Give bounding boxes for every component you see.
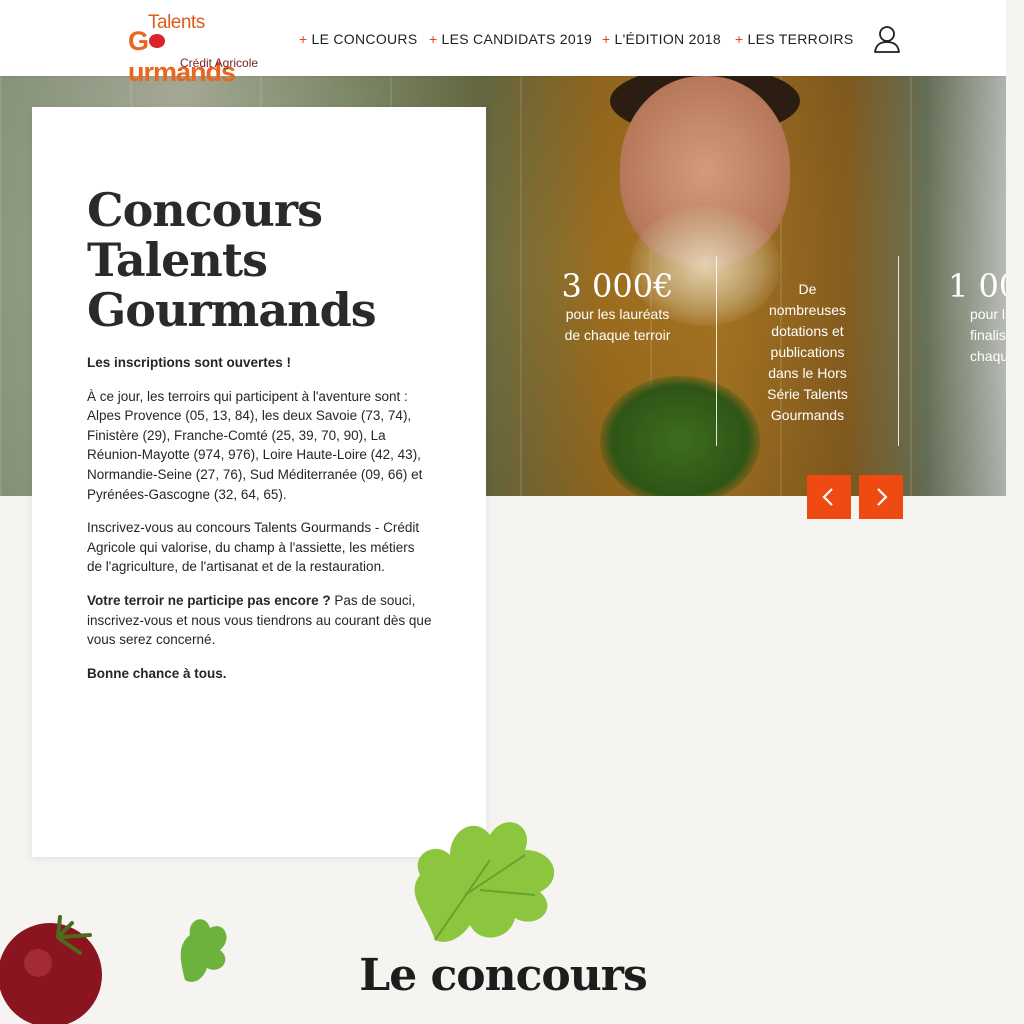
nav-label: LES TERROIRS xyxy=(747,31,854,47)
intro-body: Les inscriptions sont ouvertes ! À ce jo… xyxy=(87,353,432,697)
parsley-leaf-decoration xyxy=(414,822,555,942)
stat-caption: De nombreuses dotations et publications … xyxy=(767,281,848,423)
plus-icon: + xyxy=(429,31,438,47)
intro-paragraph-terroirs: À ce jour, les terroirs qui participent … xyxy=(87,388,423,502)
question-bold: Votre terroir ne participe pas encore ? xyxy=(87,592,331,608)
chevron-left-icon xyxy=(822,488,833,506)
plus-icon: + xyxy=(299,31,308,47)
stat-dotations: De nombreuses dotations et publications … xyxy=(760,279,855,426)
intro-title: Concours Talents Gourmands xyxy=(87,183,377,337)
intro-closing: Bonne chance à tous. xyxy=(87,665,227,681)
stat-finalistes: 1 00 pour l finaliste chaque t xyxy=(948,268,1006,367)
logo-line3: Crédit Agricole xyxy=(180,56,259,70)
talents-gourmands-logo[interactable]: Talents Gurmands Crédit Agricole xyxy=(128,12,268,87)
stat-caption: pour les lauréats de chaque terroir xyxy=(564,306,671,343)
logo-letter: G xyxy=(128,26,149,56)
stat-laureats: 3 000€ pour les lauréats de chaque terro… xyxy=(560,268,675,346)
stat-value: 3 000€ xyxy=(561,267,674,305)
nav-label: LES CANDIDATS 2019 xyxy=(441,31,593,47)
nav-les-terroirs[interactable]: + LES TERROIRS xyxy=(735,31,854,47)
carousel-next-button[interactable] xyxy=(859,475,903,519)
user-icon[interactable] xyxy=(872,24,902,54)
scrollbar-track[interactable] xyxy=(1006,0,1024,1024)
carousel-prev-button[interactable] xyxy=(807,475,851,519)
intro-card: Concours Talents Gourmands Les inscripti… xyxy=(32,107,486,857)
intro-paragraph-question: Votre terroir ne participe pas encore ? … xyxy=(87,591,432,650)
plus-icon: + xyxy=(735,31,744,47)
hero-photo-greens xyxy=(600,376,760,496)
nav-les-candidats-2019[interactable]: + LES CANDIDATS 2019 xyxy=(429,31,592,47)
nav-le-concours[interactable]: + LE CONCOURS xyxy=(299,31,417,47)
stat-divider xyxy=(898,256,899,446)
intro-paragraph-inscription: Inscrivez-vous au concours Talents Gourm… xyxy=(87,520,420,575)
intro-lead: Les inscriptions sont ouvertes ! xyxy=(87,355,292,370)
nav-edition-2018[interactable]: + L'ÉDITION 2018 xyxy=(602,31,721,47)
stat-divider xyxy=(716,256,717,446)
stat-value: 1 00 xyxy=(948,267,1006,305)
nav-label: L'ÉDITION 2018 xyxy=(614,31,721,47)
logo-mark-icon xyxy=(149,33,166,48)
plus-icon: + xyxy=(602,31,611,47)
nav-label: LE CONCOURS xyxy=(311,31,418,47)
stat-caption: pour l finaliste chaque t xyxy=(970,306,1006,364)
section-title-le-concours: Le concours xyxy=(359,950,647,1001)
site-header: Talents Gurmands Crédit Agricole + LE CON… xyxy=(0,0,1006,87)
chevron-right-icon xyxy=(877,488,888,506)
